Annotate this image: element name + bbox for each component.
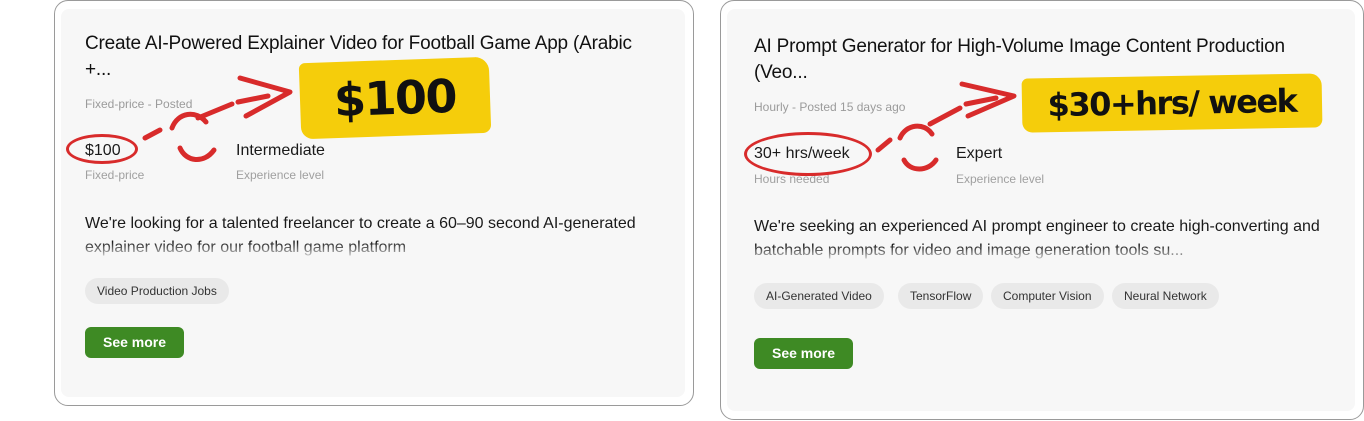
- arrow-curl: [897, 123, 935, 141]
- arrow-dash: [195, 101, 235, 121]
- arrow-dash: [875, 137, 893, 153]
- arrow-dash: [235, 93, 271, 105]
- annotation-arrows: [142, 75, 1017, 172]
- arrow-dash: [142, 127, 163, 141]
- arrow-dash: [927, 105, 963, 127]
- arrow-curl: [177, 145, 217, 162]
- arrow-curl: [901, 157, 939, 172]
